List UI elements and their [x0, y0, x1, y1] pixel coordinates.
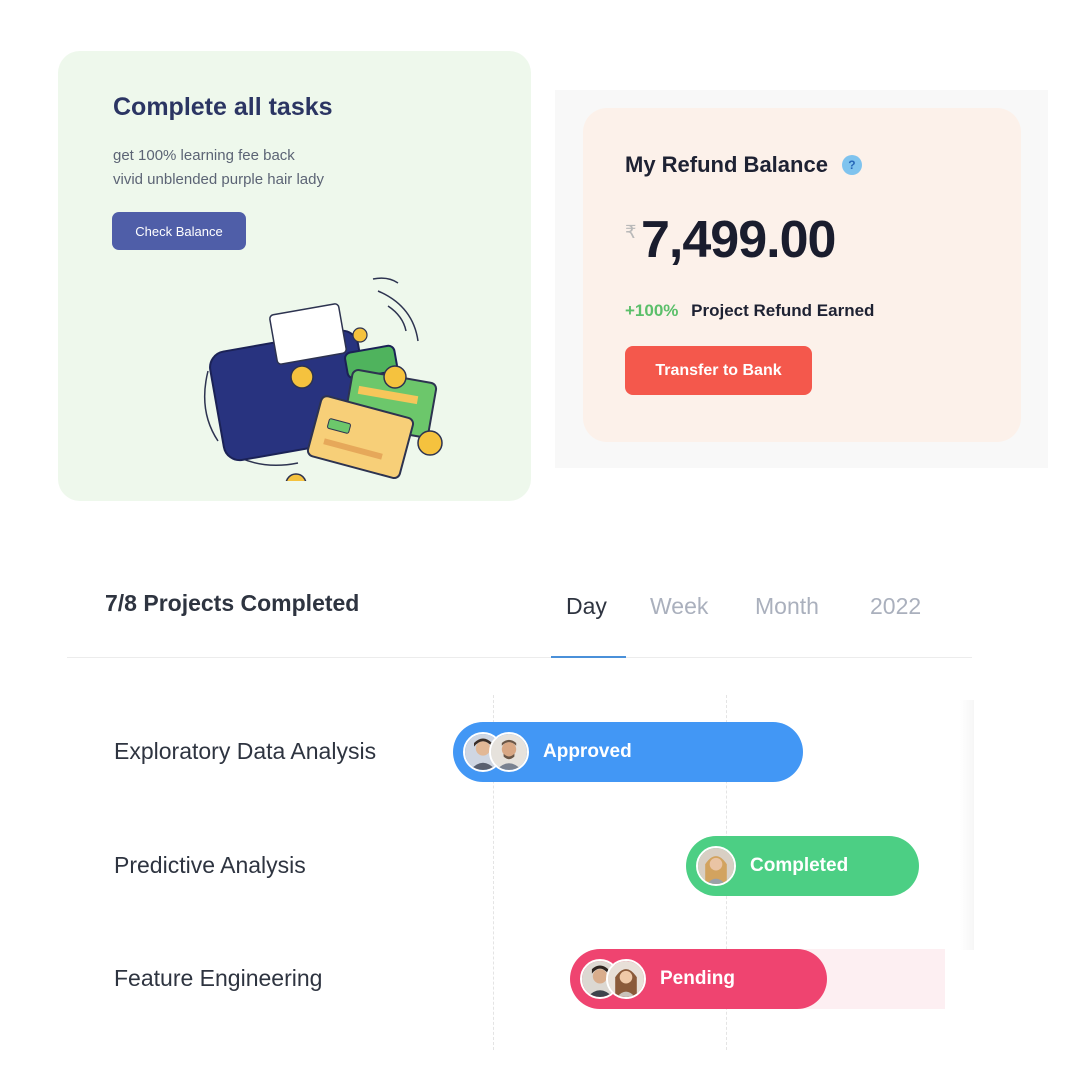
project-name-exploratory-data-analysis: Exploratory Data Analysis — [114, 738, 377, 764]
tasks-card-subtitle-2: vivid unblended purple hair lady — [113, 171, 324, 188]
refund-section: My Refund Balance ? ₹ 7,499.00 +100% Pro… — [555, 90, 1048, 468]
dashboard-page: Complete all tasks get 100% learning fee… — [0, 0, 1080, 1080]
help-icon[interactable]: ? — [841, 155, 862, 175]
status-pill-completed[interactable]: Completed — [686, 836, 919, 896]
avatar-group — [463, 732, 529, 772]
status-pill-pending[interactable]: Pending — [570, 949, 827, 1009]
refund-balance-card: My Refund Balance ? ₹ 7,499.00 +100% Pro… — [583, 108, 1021, 442]
complete-tasks-card: Complete all tasks get 100% learning fee… — [58, 51, 531, 501]
avatar — [606, 959, 646, 999]
tab-2022[interactable]: 2022 — [870, 593, 921, 620]
project-name-predictive-analysis: Predictive Analysis — [114, 852, 306, 878]
avatar-group — [580, 959, 646, 999]
earned-label: Project Refund Earned — [691, 301, 875, 320]
avatar-group — [696, 846, 736, 886]
currency-symbol: ₹ — [625, 222, 637, 242]
projects-completed-title: 7/8 Projects Completed — [105, 590, 360, 616]
refund-balance-title: My Refund Balance — [625, 152, 828, 177]
transfer-to-bank-button[interactable]: Transfer to Bank — [625, 346, 812, 395]
check-balance-button[interactable]: Check Balance — [112, 212, 246, 250]
status-label: Approved — [543, 741, 632, 762]
avatar — [696, 846, 736, 886]
status-label: Pending — [660, 968, 735, 989]
wallet-illustration — [203, 277, 443, 481]
scroll-fade — [960, 700, 974, 950]
status-pill-approved[interactable]: Approved — [453, 722, 803, 782]
earned-percent: +100% — [625, 301, 679, 320]
tasks-card-subtitle: get 100% learning fee back — [113, 147, 295, 164]
tab-week[interactable]: Week — [650, 593, 708, 620]
refund-title-row: My Refund Balance ? — [625, 152, 862, 178]
refund-amount: 7,499.00 — [641, 211, 836, 269]
project-name-feature-engineering: Feature Engineering — [114, 965, 323, 991]
refund-earned-row: +100% Project Refund Earned — [625, 301, 874, 321]
avatar — [489, 732, 529, 772]
tasks-card-title: Complete all tasks — [113, 93, 333, 121]
active-tab-indicator — [551, 656, 626, 658]
tab-day[interactable]: Day — [566, 593, 607, 620]
tabs-divider — [67, 657, 972, 658]
tab-month[interactable]: Month — [755, 593, 819, 620]
status-label: Completed — [750, 855, 849, 876]
